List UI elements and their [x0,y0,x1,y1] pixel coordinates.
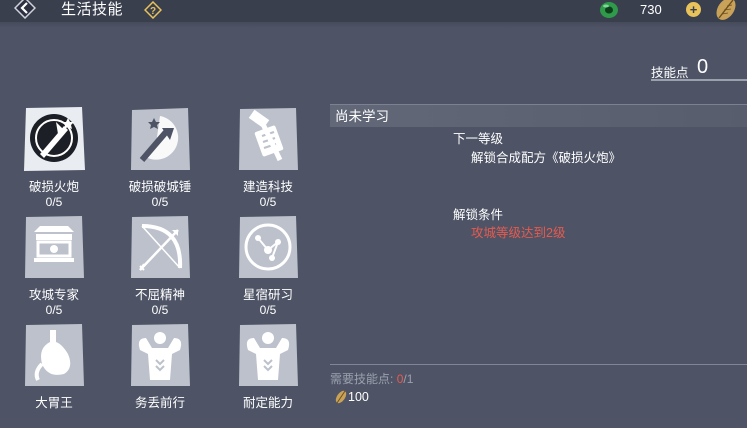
unlock-condition-value: 攻城等级达到2级 [471,226,566,240]
skill-name: 攻城专家 [28,288,79,302]
skill-level: 0/5 [151,195,169,209]
required-label: 需要技能点: [330,372,394,386]
top-bar-shadow [0,22,747,28]
skill-points-value: 0 [697,56,709,78]
muscle-icon [239,324,298,386]
next-level-label: 下一等级 [453,132,504,146]
skill-siege-expert[interactable]: 攻城专家 0/5 [0,212,108,320]
leaf-currency-icon [716,0,736,20]
skill-name: 不屈精神 [134,288,185,302]
skill-level: 0/5 [151,303,169,317]
panel-header: 尚未学习 [330,104,747,127]
skill-name: 破损破城锤 [128,180,192,194]
skill-cannon[interactable]: 破损火炮 0/5 [0,104,108,212]
skill-big-eater[interactable]: 大胃王 [0,320,108,428]
skill-level: 0/5 [259,195,277,209]
skill-level: 0/5 [45,195,63,209]
skill-march[interactable]: 务丢前行 [106,320,214,428]
muscle-icon [131,324,190,386]
plus-icon[interactable]: + [686,2,701,17]
skill-name: 星宿研习 [242,288,293,302]
panel-divider [330,364,747,365]
skill-name: 大胃王 [35,396,73,410]
jade-currency-icon [600,2,618,18]
bow-icon [131,216,190,278]
ram-icon [131,108,190,170]
required-total: /1 [403,372,414,386]
skill-level: 0/5 [259,303,277,317]
skill-points-underline [651,79,747,81]
star-icon [239,216,298,278]
help-icon[interactable]: ? [144,1,162,19]
cost-value: 100 [348,390,369,404]
skill-level: 0/5 [45,303,63,317]
currency-value: 730 [640,2,662,17]
skill-detail-panel: 尚未学习 下一等级 解锁合成配方《破损火炮》 解锁条件 攻城等级达到2级 需要技… [330,100,747,418]
stomach-icon [25,324,84,386]
back-icon[interactable] [14,0,36,19]
required-points: 需要技能点: 0/1 [330,370,413,387]
skill-star-study[interactable]: 星宿研习 0/5 [214,212,322,320]
skill-name: 务丢前行 [134,396,185,410]
skill-unyielding[interactable]: 不屈精神 0/5 [106,212,214,320]
skill-status: 尚未学习 [335,109,389,124]
skill-ram[interactable]: 破损破城锤 0/5 [106,104,214,212]
unlock-condition-label: 解锁条件 [453,208,504,222]
next-level-value: 解锁合成配方《破损火炮》 [471,151,622,165]
hammer-icon [239,108,298,170]
skill-construction[interactable]: 建造科技 0/5 [214,104,322,212]
skill-endurance[interactable]: 耐定能力 [214,320,322,428]
skill-name: 建造科技 [242,180,293,194]
svg-text:?: ? [150,6,156,17]
leaf-currency-icon [335,390,347,404]
cannon-icon [24,107,85,171]
skill-name: 耐定能力 [242,396,293,410]
page-title: 生活技能 [61,1,124,18]
skill-name: 破损火炮 [28,180,79,194]
building-icon [25,216,84,278]
